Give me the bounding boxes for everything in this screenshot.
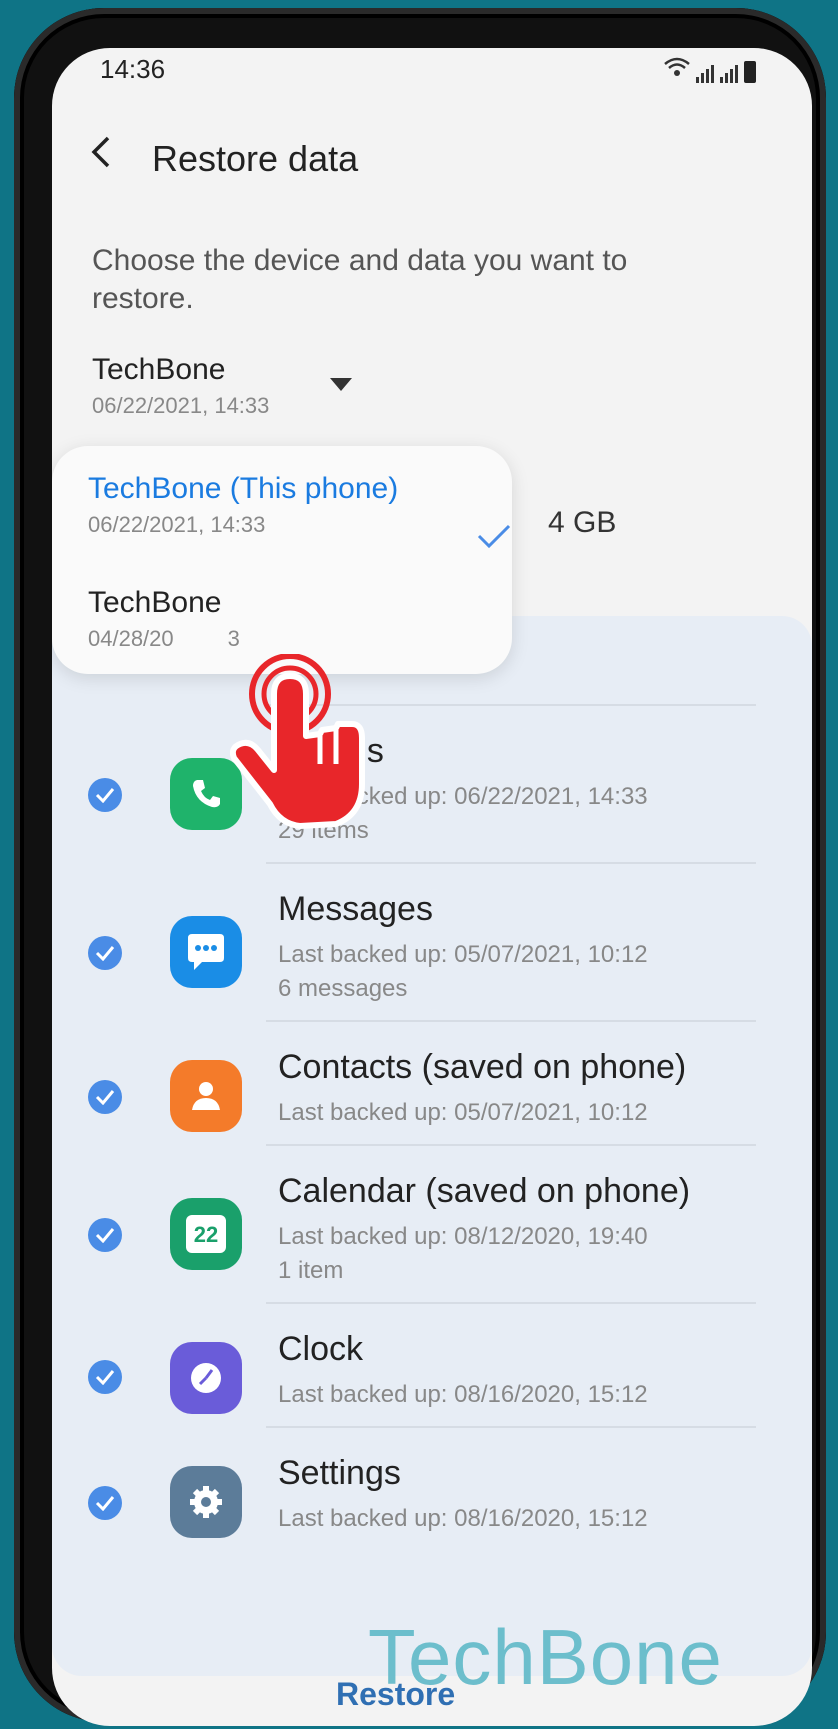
item-title: Messages: [278, 890, 433, 928]
option-date: 04/28/20 3: [88, 626, 488, 652]
list-item-clock[interactable]: Clock Last backed up: 08/16/2020, 15:12: [52, 1304, 812, 1428]
device-option-this-phone[interactable]: TechBone (This phone) 06/22/2021, 14:33: [88, 472, 511, 549]
status-time: 14:36: [100, 54, 166, 84]
list-item-settings[interactable]: Settings Last backed up: 08/16/2020, 15:…: [52, 1428, 812, 1552]
checkbox-checked-icon[interactable]: [88, 1218, 122, 1252]
option-date-tail: 3: [227, 626, 240, 651]
battery-icon: [744, 61, 756, 83]
option-date-head: 04/28/20: [88, 626, 174, 651]
item-subtitle: Last backed up: 08/12/2020, 19:40: [278, 1223, 648, 1250]
person-icon: [170, 1060, 242, 1132]
item-title: Calendar (saved on phone): [278, 1172, 691, 1210]
caret-down-icon[interactable]: [330, 378, 352, 391]
back-button[interactable]: [88, 132, 118, 172]
description-text: Choose the device and data you want to r…: [92, 244, 628, 315]
option-date: 06/22/2021, 14:33: [88, 512, 266, 537]
page-title: Restore data: [152, 138, 359, 179]
wifi-icon: [664, 56, 690, 83]
checkbox-checked-icon[interactable]: [88, 778, 122, 812]
data-list: all logs Last backed up: 06/22/2021, 14:…: [52, 616, 812, 1676]
item-title: Clock: [278, 1330, 364, 1368]
item-title: Settings: [278, 1454, 401, 1492]
backup-size: 4 GB: [548, 506, 617, 539]
calendar-icon: 22: [170, 1198, 242, 1270]
item-subtitle: Last backed up: 05/07/2021, 10:12: [278, 1099, 648, 1126]
screen: 14:36 Restore data Choose the device and…: [52, 48, 812, 1726]
option-name: TechBone (This phone): [88, 472, 399, 505]
item-count: 1 item: [278, 1257, 344, 1284]
checkbox-checked-icon[interactable]: [88, 1080, 122, 1114]
status-icons: [664, 56, 756, 83]
calendar-day: 22: [186, 1215, 226, 1253]
device-dropdown[interactable]: TechBone 06/22/2021, 14:33: [92, 353, 352, 433]
signal-icon: [696, 65, 714, 83]
list-item-call-logs[interactable]: all logs Last backed up: 06/22/2021, 14:…: [52, 706, 812, 864]
checkmark-icon: [476, 522, 512, 555]
device-menu: TechBone (This phone) 06/22/2021, 14:33 …: [52, 446, 512, 674]
item-subtitle: Last backed up: 05/07/2021, 10:12: [278, 941, 648, 968]
back-arrow-icon: [91, 136, 110, 168]
item-subtitle: Last backed up: 08/16/2020, 15:12: [278, 1381, 648, 1408]
gear-icon: [170, 1466, 242, 1538]
list-item-contacts[interactable]: Contacts (saved on phone) Last backed up…: [52, 1022, 812, 1146]
item-subtitle: Last backed up: 08/16/2020, 15:12: [278, 1505, 648, 1532]
device-date: 06/22/2021, 14:33: [92, 393, 270, 418]
checkbox-checked-icon[interactable]: [88, 936, 122, 970]
clock-icon: [170, 1342, 242, 1414]
app-bar: Restore data: [52, 118, 812, 198]
status-bar: 14:36: [52, 48, 812, 108]
item-title: Contacts (saved on phone): [278, 1048, 687, 1086]
device-option-old[interactable]: TechBone 04/28/20 3: [88, 586, 488, 652]
option-name: TechBone: [88, 586, 222, 619]
list-item-messages[interactable]: Messages Last backed up: 05/07/2021, 10:…: [52, 864, 812, 1022]
device-name: TechBone: [92, 353, 226, 386]
checkbox-checked-icon[interactable]: [88, 1486, 122, 1520]
checkbox-checked-icon[interactable]: [88, 1360, 122, 1394]
item-count: 6 messages: [278, 975, 408, 1002]
chat-icon: [170, 916, 242, 988]
watermark-text: TechBone: [368, 1613, 723, 1701]
signal-icon-2: [720, 65, 738, 83]
list-item-calendar[interactable]: 22 Calendar (saved on phone) Last backed…: [52, 1146, 812, 1304]
tap-hand-icon: [229, 653, 420, 859]
